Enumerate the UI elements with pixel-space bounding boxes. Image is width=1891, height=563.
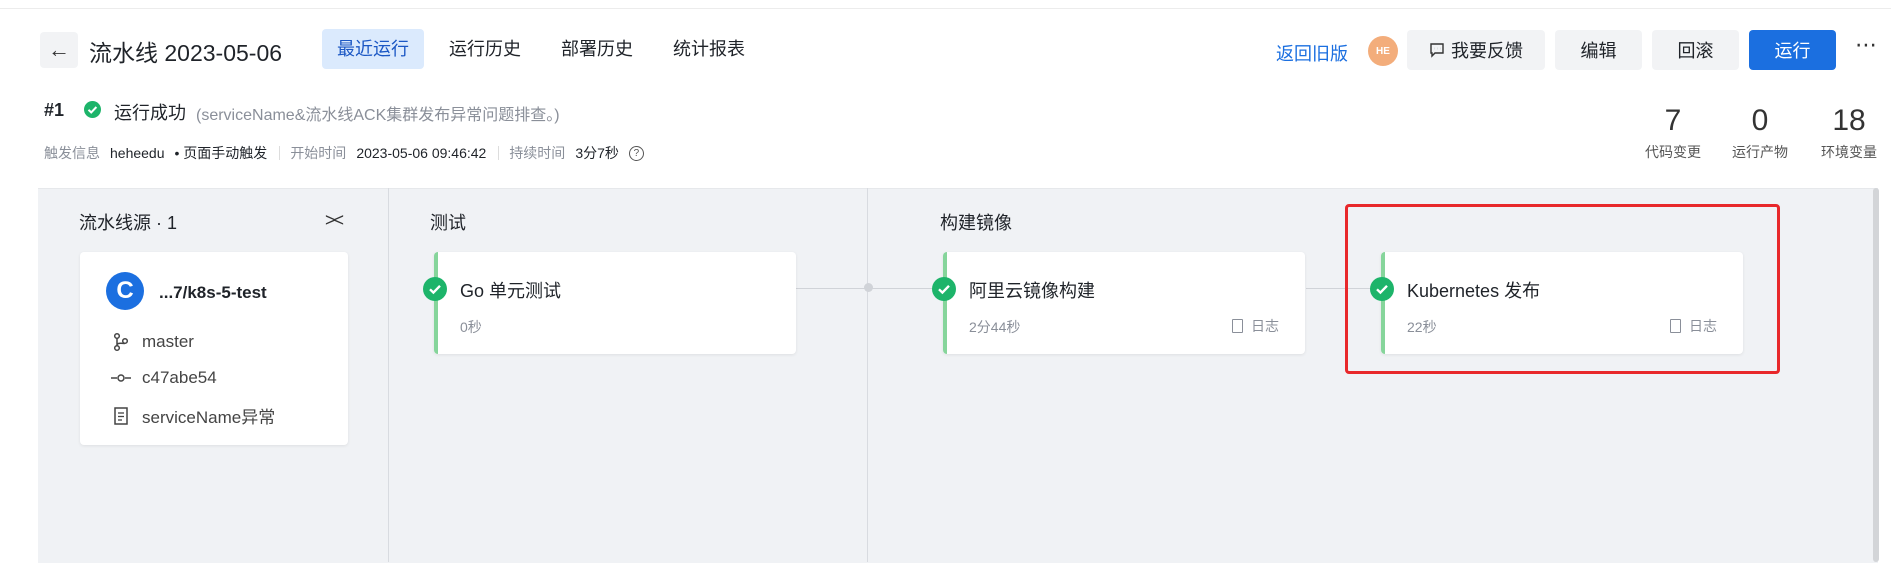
- job-card-go-unit-test[interactable]: Go 单元测试 0秒: [423, 252, 796, 354]
- comment-icon: [1430, 43, 1444, 58]
- start-time-value: 2023-05-06 09:46:42: [356, 145, 487, 161]
- divider: [498, 146, 500, 160]
- trigger-user: heheedu: [110, 145, 165, 161]
- stat-label: 运行产物: [1732, 144, 1788, 160]
- highlight-box: [1345, 204, 1780, 374]
- stat-value: 18: [1832, 104, 1866, 137]
- trigger-key: 触发信息: [44, 145, 100, 161]
- run-description: (serviceName&流水线ACK集群发布异常问题排查。): [196, 107, 560, 124]
- job-name: Go 单元测试: [460, 281, 562, 301]
- divider: [279, 146, 281, 160]
- log-icon: [1232, 319, 1243, 333]
- log-label: 日志: [1251, 318, 1279, 334]
- duration-key: 持续时间: [509, 145, 566, 161]
- commit-row: c47abe54: [110, 368, 217, 388]
- feedback-label: 我要反馈: [1451, 41, 1523, 61]
- stat-artifacts[interactable]: 0 运行产物: [1725, 104, 1795, 162]
- back-arrow-icon[interactable]: ←: [40, 32, 78, 68]
- document-icon: [110, 406, 132, 425]
- source-card[interactable]: C ...7/k8s-5-test master c47abe54 servic…: [80, 252, 348, 445]
- commit-hash: c47abe54: [142, 368, 217, 387]
- tab-reports[interactable]: 统计报表: [658, 29, 760, 69]
- more-icon[interactable]: ⋯: [1855, 32, 1878, 58]
- success-check-icon: [84, 101, 101, 118]
- job-status-bar: [434, 252, 438, 354]
- tab-deploy-history[interactable]: 部署历史: [546, 29, 648, 69]
- branch-name: master: [142, 332, 194, 351]
- success-check-icon: [932, 277, 956, 301]
- page-title: 流水线 2023-05-06: [89, 40, 283, 66]
- stat-value: 0: [1751, 104, 1769, 137]
- stat-env-vars[interactable]: 18 环境变量: [1816, 104, 1882, 162]
- tab-recent-runs[interactable]: 最近运行: [322, 29, 424, 69]
- stage-divider: [867, 188, 868, 562]
- stage-title-build-image: 构建镜像: [940, 213, 1012, 233]
- tab-bar: 最近运行 运行历史 部署历史 统计报表: [322, 29, 770, 69]
- connector-node: [864, 283, 873, 292]
- commit-icon: [110, 372, 132, 384]
- run-status: 运行成功: [114, 103, 186, 123]
- top-divider: [0, 0, 1891, 9]
- run-number: #1: [44, 100, 65, 120]
- stage-title-test: 测试: [430, 213, 466, 233]
- message-row: serviceName异常: [110, 403, 275, 428]
- run-meta: 触发信息 heheedu • 页面手动触发 开始时间 2023-05-06 09…: [44, 143, 644, 163]
- help-icon[interactable]: ?: [628, 145, 644, 161]
- feedback-button[interactable]: 我要反馈: [1407, 30, 1545, 70]
- duration-value: 3分7秒: [575, 145, 619, 161]
- tab-run-history[interactable]: 运行历史: [434, 29, 536, 69]
- stat-value: 7: [1664, 104, 1682, 137]
- branch-row: master: [110, 332, 194, 352]
- success-check-icon: [423, 277, 447, 301]
- job-status-bar: [943, 252, 947, 354]
- job-card-aliyun-image-build[interactable]: 阿里云镜像构建 2分44秒 日志: [932, 252, 1305, 354]
- source-stage-title: 流水线源 · 1: [79, 213, 178, 233]
- job-duration: 2分44秒: [969, 319, 1021, 335]
- branch-icon: [110, 332, 132, 352]
- run-button[interactable]: 运行: [1749, 30, 1836, 70]
- start-time-key: 开始时间: [290, 145, 347, 161]
- stage-divider: [388, 188, 389, 562]
- edit-button[interactable]: 编辑: [1555, 30, 1642, 70]
- repo-logo-icon: C: [106, 272, 144, 310]
- rollback-button[interactable]: 回滚: [1652, 30, 1739, 70]
- avatar[interactable]: HE: [1368, 36, 1398, 66]
- repo-name: ...7/k8s-5-test: [159, 283, 267, 302]
- job-duration: 0秒: [460, 319, 482, 335]
- job-name: 阿里云镜像构建: [969, 281, 1095, 301]
- back-to-old-version-link[interactable]: 返回旧版: [1276, 40, 1348, 66]
- log-link[interactable]: 日志: [1232, 316, 1279, 336]
- canvas-scrollbar[interactable]: [1873, 188, 1879, 562]
- collapse-icon[interactable]: ><: [325, 210, 344, 231]
- commit-message: serviceName异常: [142, 408, 276, 427]
- stat-code-changes[interactable]: 7 代码变更: [1638, 104, 1708, 162]
- stat-label: 代码变更: [1645, 144, 1701, 160]
- trigger-mode: • 页面手动触发: [174, 145, 268, 161]
- stat-label: 环境变量: [1821, 144, 1877, 160]
